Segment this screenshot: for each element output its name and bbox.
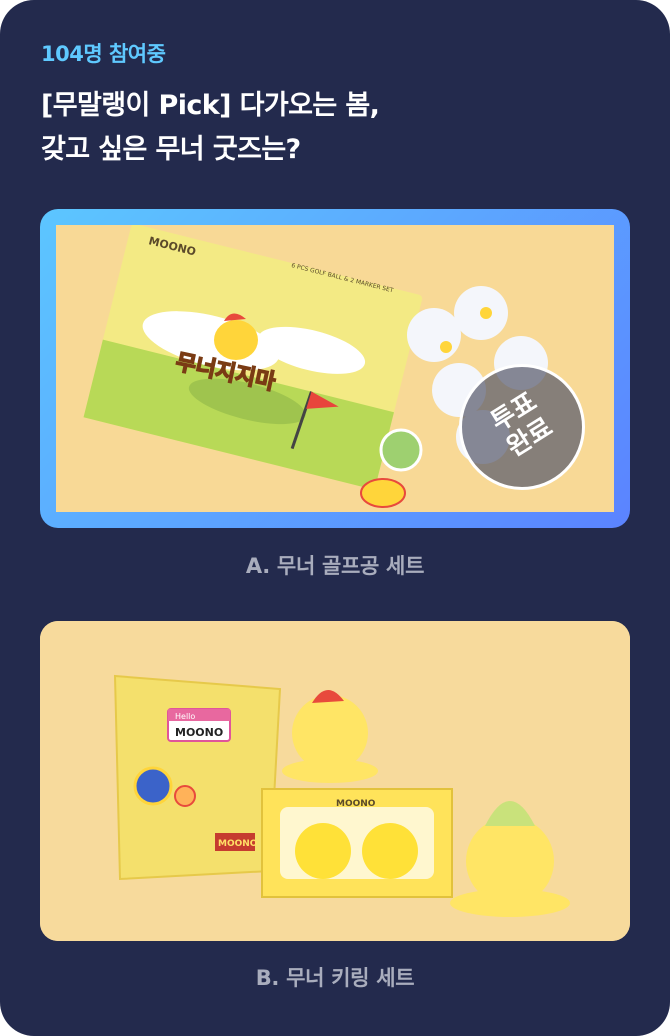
locker-tag-name: MOONO	[175, 726, 223, 739]
vote-complete-badge: 투표 완료	[459, 364, 585, 490]
participant-count: 104명 참여중	[41, 42, 166, 66]
option-a-caption: A. 무너 골프공 세트	[245, 554, 425, 578]
option-b-caption: B. 무너 키링 세트	[255, 966, 415, 990]
question-line-1: [무말랭이 Pick] 다가오는 봄,	[41, 90, 380, 121]
option-b-keyring-set[interactable]: Hello MOONO MOONO MOONO	[40, 621, 630, 941]
gift-box-brand: MOONO	[336, 799, 376, 809]
poll-question: [무말랭이 Pick] 다가오는 봄, 갖고 싶은 무너 굿즈는?	[41, 84, 631, 172]
locker-tag-hello: Hello	[175, 712, 195, 721]
keyring-set-image: Hello MOONO MOONO MOONO	[40, 621, 630, 941]
question-line-2: 갖고 싶은 무너 굿즈는?	[41, 134, 301, 165]
locker-sticker: MOONO	[218, 839, 258, 849]
poll-card: 104명 참여중 [무말랭이 Pick] 다가오는 봄, 갖고 싶은 무너 굿즈…	[0, 0, 670, 1036]
